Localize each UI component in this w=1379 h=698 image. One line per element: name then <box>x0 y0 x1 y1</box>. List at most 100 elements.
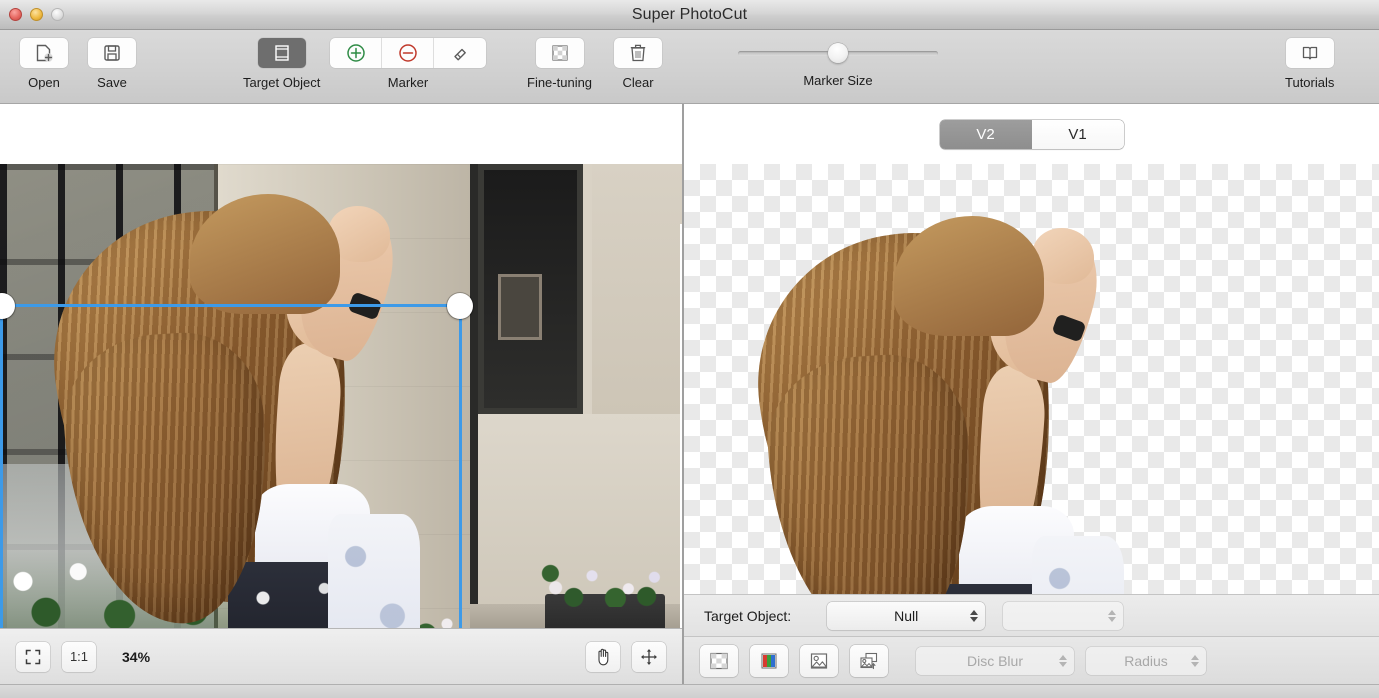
title-bar: Super PhotoCut <box>0 0 1379 30</box>
book-icon <box>1302 46 1317 60</box>
actual-size-button[interactable]: 1:1 <box>62 641 96 672</box>
hand-icon <box>598 648 609 666</box>
zoom-percent-label: 34% <box>122 648 151 665</box>
window-controls <box>0 8 64 21</box>
tutorials-button[interactable] <box>1285 38 1334 68</box>
opacity-slider[interactable] <box>1141 605 1296 627</box>
app-window: Super PhotoCut Open Save Target Object M… <box>0 0 1379 698</box>
photo-export-icon <box>860 652 878 669</box>
toolbar-clear[interactable]: Clear <box>614 38 662 90</box>
cutout-hair-front-strands <box>762 349 982 594</box>
save-label: Save <box>97 75 127 90</box>
toolbar: Open Save Target Object Marker Fine-tuni… <box>0 30 1379 104</box>
result-pane: V2 V1 Target Object: Null Disc Blur Radi… <box>684 104 1379 684</box>
photo-icon <box>810 652 828 669</box>
export-image-button[interactable] <box>850 644 888 677</box>
tab-v1[interactable]: V1 <box>1031 119 1124 149</box>
target-object-button[interactable] <box>257 38 306 68</box>
photo-right-margin <box>680 224 683 628</box>
blur-type-value: Disc Blur <box>966 652 1023 669</box>
view-controls-row: Disc Blur Radius <box>684 636 1379 684</box>
selection-handle-top-right[interactable] <box>447 293 473 319</box>
marker-erase-button[interactable] <box>434 38 486 68</box>
version-tab-bar: V2 V1 <box>684 104 1379 164</box>
blur-param-stepper[interactable] <box>1191 654 1199 667</box>
marker-add-button[interactable] <box>330 38 382 68</box>
save-button[interactable] <box>88 38 136 68</box>
blur-param-select[interactable]: Radius <box>1086 646 1206 675</box>
trash-icon <box>630 44 646 62</box>
eraser-icon <box>454 48 466 61</box>
result-canvas[interactable] <box>684 164 1379 594</box>
close-button[interactable] <box>9 8 22 21</box>
fit-to-window-button[interactable] <box>16 641 50 672</box>
open-button[interactable] <box>20 38 68 68</box>
marker-size-knob[interactable] <box>828 43 848 63</box>
marker-button-group <box>330 38 486 68</box>
transparency-view-button[interactable] <box>700 644 738 677</box>
version-segmented-control: V2 V1 <box>939 119 1124 149</box>
target-object-select[interactable]: Null <box>827 601 986 630</box>
fine-tuning-label: Fine-tuning <box>527 75 593 90</box>
zoom-slider[interactable] <box>174 646 314 668</box>
target-object-label: Target Object <box>243 75 321 90</box>
source-canvas[interactable] <box>0 104 683 628</box>
cutout-hair-front <box>762 349 982 594</box>
zoom-button[interactable] <box>51 8 64 21</box>
marker-size-slider[interactable] <box>738 42 938 64</box>
toolbar-marker-group: Marker <box>330 38 486 90</box>
target-object-secondary-select[interactable] <box>1003 601 1124 630</box>
photo-wall-right <box>592 164 683 414</box>
crop-frame-icon <box>274 45 289 61</box>
hand-tool-button[interactable] <box>586 641 621 672</box>
photo-flowers-right <box>540 559 670 607</box>
blur-type-select[interactable]: Disc Blur <box>916 646 1074 675</box>
toolbar-save[interactable]: Save <box>88 38 136 90</box>
target-object-field-label: Target Object: <box>704 607 792 624</box>
toolbar-open[interactable]: Open <box>20 38 68 90</box>
color-channels-button[interactable] <box>750 644 788 677</box>
blur-amount-slider[interactable] <box>1218 650 1363 672</box>
fine-tuning-button[interactable] <box>535 38 584 68</box>
image-view-button[interactable] <box>800 644 838 677</box>
fit-to-window-icon <box>25 649 41 664</box>
toolbar-target-object[interactable]: Target Object <box>243 38 320 90</box>
clear-label: Clear <box>622 75 654 90</box>
open-document-icon <box>36 44 53 62</box>
rgb-bars-icon <box>761 653 777 668</box>
open-label: Open <box>28 75 60 90</box>
status-bar <box>0 684 1379 698</box>
main-body: 1:1 34% V2 V1 Target Object: Null Disc B… <box>0 104 1379 684</box>
cutout-subject <box>704 186 1174 594</box>
target-object-row: Target Object: Null <box>684 594 1379 636</box>
target-object-secondary-stepper[interactable] <box>1108 609 1117 622</box>
marker-label: Marker <box>387 75 429 90</box>
clear-button[interactable] <box>614 38 662 68</box>
marker-size-label: Marker Size <box>803 73 873 88</box>
marker-remove-button[interactable] <box>382 38 434 68</box>
minimize-button[interactable] <box>30 8 43 21</box>
floppy-disk-icon <box>104 45 120 61</box>
toolbar-tutorials[interactable]: Tutorials <box>1285 38 1334 90</box>
cutout-figure <box>741 206 1124 594</box>
target-object-stepper[interactable] <box>970 609 979 622</box>
selection-rectangle[interactable] <box>0 293 473 628</box>
photo-picture-frame <box>498 274 542 340</box>
move-icon <box>641 648 657 665</box>
tab-v2[interactable]: V2 <box>939 119 1032 149</box>
blur-param-value: Radius <box>1124 652 1168 669</box>
plus-circle-icon <box>346 44 365 62</box>
marker-size-control: Marker Size <box>738 42 938 88</box>
tutorials-label: Tutorials <box>1285 75 1335 90</box>
cutout-cardigan <box>1032 536 1124 594</box>
source-pane: 1:1 34% <box>0 104 683 684</box>
source-bottom-bar: 1:1 34% <box>0 628 683 684</box>
checkerboard-icon <box>710 652 728 669</box>
target-object-value: Null <box>894 607 919 624</box>
toolbar-fine-tuning[interactable]: Fine-tuning <box>527 38 592 90</box>
minus-circle-icon <box>398 44 417 62</box>
move-tool-button[interactable] <box>632 641 667 672</box>
window-title: Super PhotoCut <box>631 5 748 23</box>
blur-type-stepper[interactable] <box>1059 654 1067 667</box>
checkerboard-icon <box>551 45 568 61</box>
